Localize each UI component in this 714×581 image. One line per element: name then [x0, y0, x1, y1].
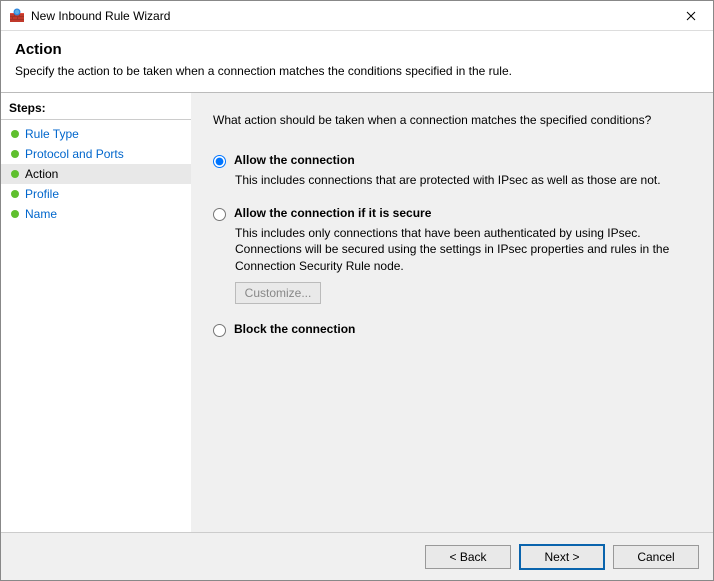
page-header: Action Specify the action to be taken wh…: [1, 31, 713, 92]
step-label: Profile: [25, 187, 59, 201]
window-title: New Inbound Rule Wizard: [31, 9, 170, 23]
step-bullet-icon: [11, 150, 19, 158]
back-button[interactable]: < Back: [425, 545, 511, 569]
step-bullet-icon: [11, 130, 19, 138]
page-title: Action: [15, 41, 699, 58]
option-desc: This includes only connections that have…: [235, 225, 675, 274]
wizard-body: Steps: Rule Type Protocol and Ports Action…: [1, 92, 713, 532]
steps-list: Rule Type Protocol and Ports Action Profile…: [1, 120, 191, 224]
option-label: Block the connection: [234, 322, 355, 336]
radio-block[interactable]: [213, 324, 226, 337]
wizard-window: New Inbound Rule Wizard Action Specify t…: [0, 0, 714, 581]
option-desc: This includes connections that are prote…: [235, 172, 675, 188]
option-block: Block the connection: [213, 322, 691, 337]
cancel-button[interactable]: Cancel: [613, 545, 699, 569]
step-label: Protocol and Ports: [25, 147, 124, 161]
step-bullet-icon: [11, 170, 19, 178]
radio-allow-secure[interactable]: [213, 208, 226, 221]
step-protocol-and-ports[interactable]: Protocol and Ports: [1, 144, 191, 164]
step-bullet-icon: [11, 210, 19, 218]
firewall-icon: [9, 8, 25, 24]
step-label: Rule Type: [25, 127, 79, 141]
step-profile[interactable]: Profile: [1, 184, 191, 204]
steps-heading: Steps:: [1, 99, 191, 120]
step-name[interactable]: Name: [1, 204, 191, 224]
next-button[interactable]: Next >: [519, 544, 605, 570]
content-pane: What action should be taken when a conne…: [191, 93, 713, 532]
steps-sidebar: Steps: Rule Type Protocol and Ports Action…: [1, 93, 191, 532]
option-label: Allow the connection if it is secure: [234, 206, 431, 220]
wizard-footer: < Back Next > Cancel: [1, 532, 713, 580]
page-subtitle: Specify the action to be taken when a co…: [15, 64, 699, 78]
step-label: Name: [25, 207, 57, 221]
action-prompt: What action should be taken when a conne…: [213, 113, 691, 127]
customize-button: Customize...: [235, 282, 321, 304]
step-action[interactable]: Action: [1, 164, 191, 184]
titlebar: New Inbound Rule Wizard: [1, 1, 713, 31]
step-rule-type[interactable]: Rule Type: [1, 124, 191, 144]
close-button[interactable]: [668, 1, 713, 31]
step-bullet-icon: [11, 190, 19, 198]
step-label: Action: [25, 167, 58, 181]
option-row: Allow the connection: [213, 153, 691, 168]
option-row: Block the connection: [213, 322, 691, 337]
option-row: Allow the connection if it is secure: [213, 206, 691, 221]
option-allow-secure: Allow the connection if it is secure This…: [213, 206, 691, 304]
options-container: Allow the connection This includes connec…: [213, 153, 691, 355]
option-allow: Allow the connection This includes connec…: [213, 153, 691, 188]
option-label: Allow the connection: [234, 153, 355, 167]
radio-allow[interactable]: [213, 155, 226, 168]
